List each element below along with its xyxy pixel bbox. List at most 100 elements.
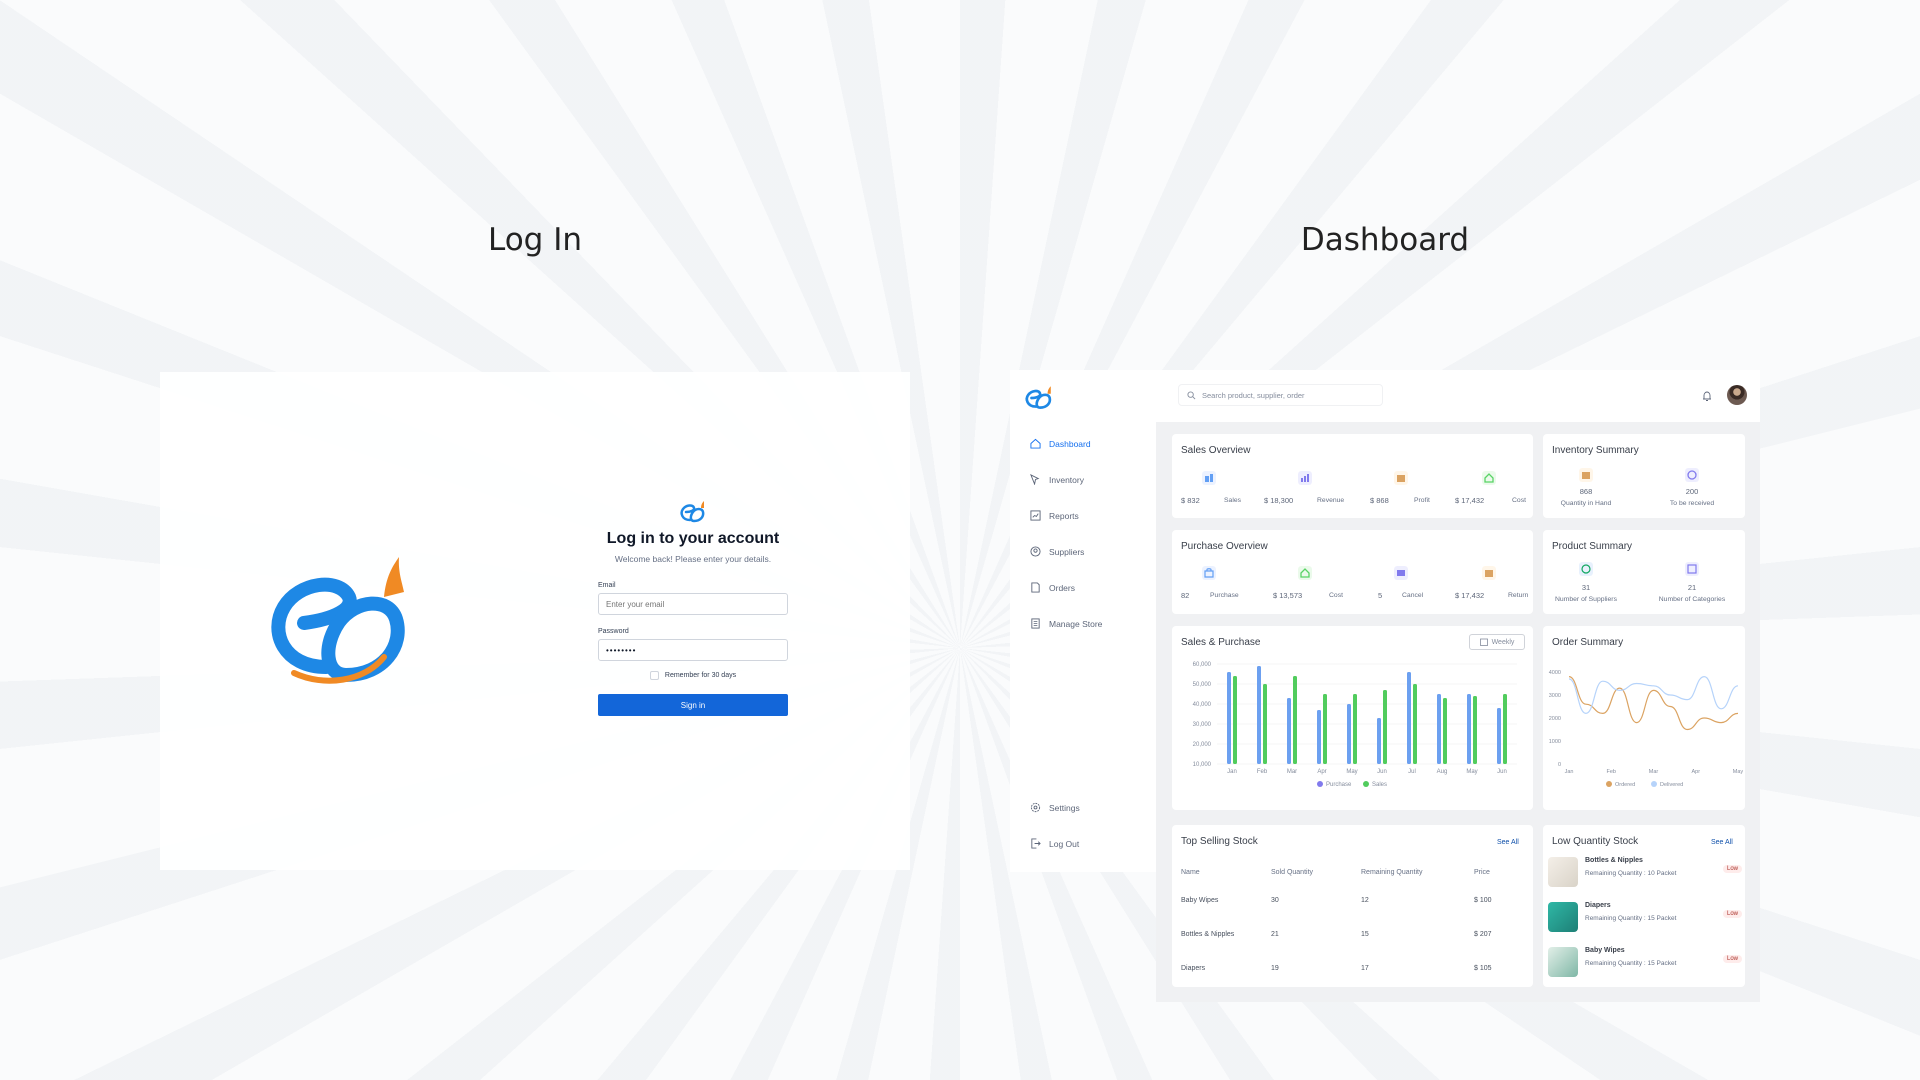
x-tick-label: Jul: [1408, 769, 1416, 775]
bar-purchase: [1287, 698, 1291, 764]
search-icon: [1187, 390, 1196, 399]
x-tick-label: Jan: [1565, 769, 1574, 775]
sidebar-item-inventory[interactable]: Inventory: [1030, 474, 1084, 485]
bar-sales: [1263, 684, 1267, 764]
legend-swatch-sales: [1363, 781, 1369, 787]
weekly-dropdown[interactable]: Weekly: [1469, 634, 1525, 650]
bar-purchase: [1467, 694, 1471, 764]
login-panel: Log in to your account Welcome back! Ple…: [160, 372, 910, 870]
bar-purchase: [1317, 710, 1321, 764]
sidebar-item-label: Manage Store: [1049, 618, 1103, 629]
legend-swatch-delivered: [1651, 781, 1657, 787]
to-be-received-icon: [1685, 468, 1699, 482]
x-tick-label: Mar: [1287, 769, 1297, 775]
cell-remaining: 15: [1361, 931, 1369, 938]
sales-purchase-card: Sales & Purchase Weekly 60,000 50,000 40,0…: [1172, 626, 1533, 810]
y-tick-label: 1000: [1549, 739, 1561, 745]
email-input[interactable]: [598, 593, 788, 615]
product-thumbnail: [1548, 902, 1578, 932]
bar-sales: [1443, 698, 1447, 764]
column-header: Remaining Quantity: [1361, 869, 1423, 876]
login-form: Log in to your account Welcome back! Ple…: [598, 500, 788, 716]
bar-sales: [1323, 694, 1327, 764]
bar-sales: [1413, 684, 1417, 764]
sidebar-item-suppliers[interactable]: Suppliers: [1030, 546, 1084, 557]
cell-sold: 30: [1271, 897, 1279, 904]
suppliers-icon: [1030, 546, 1041, 557]
bell-icon[interactable]: [1701, 390, 1713, 402]
purchase-cost-icon: [1298, 566, 1312, 580]
return-icon: [1482, 566, 1496, 580]
search-input[interactable]: Search product, supplier, order: [1202, 391, 1305, 400]
inventory-icon: [1030, 474, 1040, 485]
login-subtitle: Welcome back! Please enter your details.: [614, 554, 772, 564]
top-selling-see-all-link[interactable]: See All: [1497, 839, 1519, 846]
suppliers-count-value: 31: [1581, 583, 1591, 592]
purchase-overview-card: Purchase Overview 82 Purchase $ 13,573 C…: [1172, 530, 1533, 614]
y-tick-label: 40,000: [1193, 702, 1212, 708]
series-line-delivered: [1568, 675, 1739, 715]
sidebar-item-label: Settings: [1049, 802, 1080, 813]
password-input[interactable]: [598, 639, 788, 661]
bar-purchase: [1437, 694, 1441, 764]
low-stock-see-all-link[interactable]: See All: [1711, 839, 1733, 846]
bar-sales: [1383, 690, 1387, 764]
x-tick-label: Jun: [1497, 769, 1507, 775]
avatar[interactable]: [1727, 385, 1747, 405]
login-heading: Log in to your account: [606, 530, 780, 547]
search-box[interactable]: Search product, supplier, order: [1178, 384, 1383, 406]
bar-sales: [1293, 676, 1297, 764]
x-tick-label: Mar: [1649, 769, 1659, 775]
sidebar-item-reports[interactable]: Reports: [1030, 510, 1079, 521]
sign-in-button[interactable]: Sign in: [598, 694, 788, 716]
x-tick-label: May: [1466, 769, 1477, 775]
bar-purchase: [1347, 704, 1351, 764]
categories-icon: [1685, 562, 1699, 576]
remember-checkbox[interactable]: [649, 671, 659, 680]
return-label: Return: [1508, 592, 1529, 599]
order-summary-card: Order Summary 4000 3000 2000 1000 0 Jan Feb Mar…: [1543, 626, 1745, 810]
x-tick-label: Feb: [1607, 769, 1616, 775]
cell-name: Baby Wipes: [1181, 897, 1219, 904]
x-tick-label: Feb: [1257, 769, 1268, 775]
bar-sales: [1473, 696, 1477, 764]
product-name: Diapers: [1585, 902, 1611, 909]
return-value: $ 17,432: [1455, 591, 1485, 600]
y-tick-label: 30,000: [1193, 722, 1212, 728]
bar-purchase: [1377, 718, 1381, 764]
legend-swatch-ordered: [1606, 781, 1612, 787]
card-title: Product Summary: [1552, 541, 1633, 552]
card-title: Low Quantity Stock: [1552, 836, 1639, 847]
y-tick-label: 3000: [1549, 693, 1561, 699]
quantity-in-hand-label: Quantity in Hand: [1560, 500, 1612, 507]
categories-value: 21: [1687, 583, 1697, 592]
sales-icon: [1202, 471, 1216, 485]
sidebar-item-manage-store[interactable]: Manage Store: [1030, 618, 1102, 629]
remember-row[interactable]: Remember for 30 days: [598, 671, 788, 680]
logout-icon: [1031, 838, 1041, 849]
product-remaining: Remaining Quantity : 15 Packet: [1585, 915, 1677, 922]
y-tick-label: 20,000: [1193, 742, 1212, 748]
sidebar-item-logout[interactable]: Log Out: [1030, 838, 1079, 849]
y-tick-label: 2000: [1549, 716, 1561, 722]
card-title: Sales & Purchase: [1181, 637, 1261, 648]
weekly-label: Weekly: [1491, 638, 1515, 646]
reports-icon: [1030, 510, 1041, 521]
legend-label-ordered: Ordered: [1615, 782, 1635, 788]
sales-value: $ 832: [1181, 496, 1200, 505]
sidebar-item-orders[interactable]: Orders: [1030, 582, 1075, 593]
inventory-summary-card: Inventory Summary 868 Quantity in Hand 2…: [1543, 434, 1745, 518]
sidebar-item-dashboard[interactable]: Dashboard: [1030, 438, 1091, 449]
y-tick-label: 4000: [1549, 670, 1561, 676]
cell-sold: 21: [1271, 931, 1279, 938]
brand-logo-icon: [271, 557, 405, 684]
purchase-label: Purchase: [1210, 592, 1239, 599]
sidebar-item-label: Suppliers: [1049, 546, 1085, 557]
low-badge: Low: [1723, 910, 1743, 918]
sales-label: Sales: [1224, 497, 1242, 504]
sidebar-item-label: Dashboard: [1049, 438, 1091, 449]
sidebar-item-settings[interactable]: Settings: [1030, 802, 1080, 813]
profit-value: $ 868: [1370, 496, 1389, 505]
cancel-label: Cancel: [1402, 592, 1424, 599]
purchase-cost-value: $ 13,573: [1273, 591, 1303, 600]
